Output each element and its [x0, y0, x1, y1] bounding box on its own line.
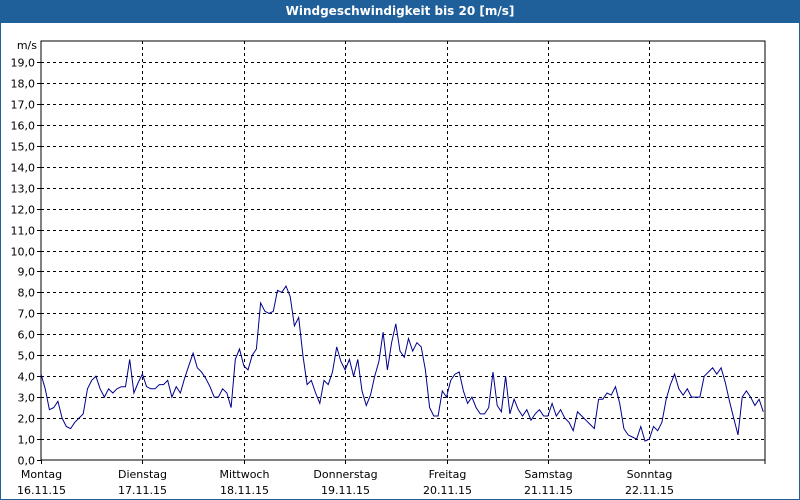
y-tick-label: 3,0: [18, 392, 36, 405]
y-tick-label: 5,0: [18, 350, 36, 363]
grid-lines: [41, 41, 765, 460]
y-tick-labels: 0,0 1,0 2,0 3,0 4,0 5,0 6,0 7,0 8,0 9,0 10,0 11,0 12…: [11, 57, 36, 468]
y-tick-label: 6,0: [18, 329, 36, 342]
y-axis-unit-label: m/s: [17, 39, 37, 52]
y-tick-label: 2,0: [18, 413, 36, 426]
y-tick-label: 17,0: [11, 99, 36, 112]
x-tick-date-label: 19.11.15: [321, 484, 370, 497]
x-tick-date-label: 22.11.15: [625, 484, 674, 497]
x-tick-day-label: Mittwoch: [220, 468, 270, 481]
y-tick-label: 11,0: [11, 225, 36, 238]
y-tick-label: 0,0: [18, 455, 36, 468]
wind-speed-series-line: [40, 285, 764, 442]
y-tick-label: 18,0: [11, 78, 36, 91]
wind-speed-chart: 0,0 1,0 2,0 3,0 4,0 5,0 6,0 7,0 8,0 9,0 10,0 11,0 12…: [11, 39, 766, 497]
x-tick-day-label: Samstag: [524, 468, 572, 481]
y-tick-label: 1,0: [18, 434, 36, 447]
y-tick-label: 14,0: [11, 162, 36, 175]
y-tick-label: 9,0: [18, 266, 36, 279]
x-tick-date-label: 17.11.15: [118, 484, 167, 497]
x-tick-labels: Montag 16.11.15 Dienstag 17.11.15 Mittwoch 18…: [17, 468, 674, 497]
x-tick-date-label: 18.11.15: [220, 484, 269, 497]
x-tick-day-label: Dienstag: [118, 468, 167, 481]
x-tick-day-label: Freitag: [429, 468, 467, 481]
x-tick-date-label: 16.11.15: [17, 484, 66, 497]
y-tick-label: 16,0: [11, 120, 36, 133]
x-tick-day-label: Montag: [21, 468, 62, 481]
y-tick-label: 12,0: [11, 204, 36, 217]
x-tick-day-label: Sonntag: [627, 468, 673, 481]
x-tick-date-label: 20.11.15: [423, 484, 472, 497]
x-tick-day-label: Donnerstag: [313, 468, 377, 481]
y-tick-label: 4,0: [18, 371, 36, 384]
y-tick-label: 10,0: [11, 246, 36, 259]
y-tick-label: 13,0: [11, 183, 36, 196]
y-tick-label: 8,0: [18, 287, 36, 300]
y-tick-label: 15,0: [11, 141, 36, 154]
y-tick-label: 7,0: [18, 308, 36, 321]
y-tick-label: 19,0: [11, 57, 36, 70]
x-tick-date-label: 21.11.15: [524, 484, 573, 497]
